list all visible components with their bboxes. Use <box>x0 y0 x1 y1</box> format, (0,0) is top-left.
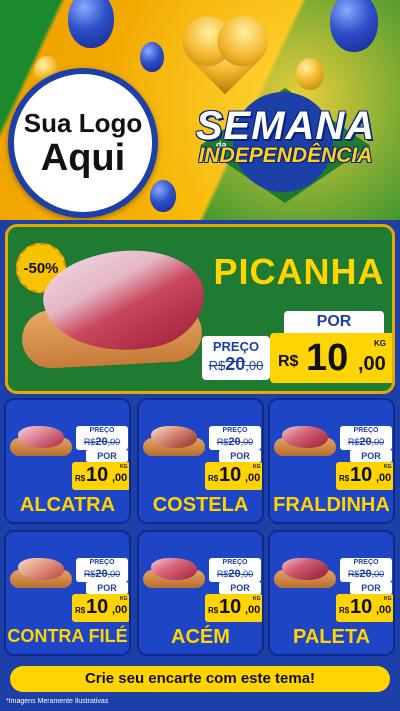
new-price-label: POR <box>219 450 261 462</box>
old-price-value: R$20,00 <box>216 568 254 580</box>
product-image <box>10 422 72 462</box>
new-price-integer: 10 <box>350 464 373 486</box>
new-price-box: R$ 10,00 KG <box>336 462 393 490</box>
blue-balloon-icon <box>150 180 176 212</box>
new-price-currency: R$ <box>339 606 350 615</box>
new-price-label: POR <box>86 450 128 462</box>
new-price-decimal: ,00 <box>245 604 261 616</box>
price-unit: KG <box>253 464 261 470</box>
old-price-box: PREÇO R$20,00 <box>76 426 128 450</box>
product-image <box>274 554 336 594</box>
new-price-decimal: ,00 <box>112 604 128 616</box>
logo-text-line2: Aqui <box>40 137 126 179</box>
new-price-label: POR <box>219 582 261 594</box>
price-unit: KG <box>384 596 392 602</box>
old-price-value: R$20,00 <box>216 436 254 448</box>
old-price-label: PREÇO <box>89 559 115 566</box>
new-price-box: R$ 10,00 KG <box>205 594 262 622</box>
new-price-box: R$ 10,00 KG <box>205 462 262 490</box>
logo-text-line1: Sua Logo <box>23 108 143 138</box>
product-image <box>143 554 205 594</box>
new-price-integer: 10 <box>86 464 109 486</box>
new-price-box: R$ 10,00 KG <box>72 462 129 490</box>
price-unit: KG <box>253 596 261 602</box>
old-price-value: R$20,00 <box>83 436 121 448</box>
new-price-box: R$ 10,00 KG <box>72 594 129 622</box>
new-price-integer: 10 <box>219 596 242 618</box>
new-price-currency: R$ <box>208 606 219 615</box>
product-image <box>274 422 336 462</box>
price-unit: KG <box>120 464 128 470</box>
title-line2: INDEPENDÊNCIA <box>198 144 373 167</box>
old-price-label: PREÇO <box>353 559 379 566</box>
product-name: ACÉM <box>171 626 230 648</box>
old-price-label: PREÇO <box>222 559 248 566</box>
old-price-value: R$20,00 <box>347 436 385 448</box>
old-price-label: PREÇO <box>222 427 248 434</box>
old-price-box: PREÇO R$20,00 <box>76 558 128 582</box>
old-price-label: PREÇO <box>89 427 115 434</box>
new-price-decimal: ,00 <box>376 604 392 616</box>
old-price-value: R$20,00 <box>208 354 264 374</box>
title-line1: SEMANA <box>195 104 376 148</box>
old-price-box: PREÇO R$20,00 <box>340 426 392 450</box>
product-name: FRALDINHA <box>273 494 390 516</box>
price-unit: KG <box>120 596 128 602</box>
product-card[interactable]: PREÇO R$20,00 POR R$ 10,00 KG PALETA <box>268 530 395 656</box>
new-price-label: POR <box>284 311 384 333</box>
new-price-integer: 10 <box>219 464 242 486</box>
blue-balloon-icon <box>140 42 164 72</box>
new-price-label: POR <box>350 450 392 462</box>
featured-product-name: PICANHA <box>213 251 385 292</box>
product-image <box>143 422 205 462</box>
new-price-label: POR <box>350 582 392 594</box>
new-price-label: POR <box>86 582 128 594</box>
disclaimer-text: *Imagens Meramente Ilustrativas <box>6 698 109 705</box>
product-card[interactable]: PREÇO R$20,00 POR R$ 10,00 KG CONTRA FILÉ <box>4 530 131 656</box>
old-price-label: PREÇO <box>353 427 379 434</box>
new-price-decimal: ,00 <box>112 472 128 484</box>
featured-product-card[interactable]: -50% PICANHA PREÇO R$20,00 POR R$ 10 ,00… <box>5 224 395 394</box>
new-price-box: R$ 10,00 KG <box>336 594 393 622</box>
new-price-currency: R$ <box>75 474 86 483</box>
new-price-integer: 10 <box>306 337 349 379</box>
old-price-value: R$20,00 <box>347 568 385 580</box>
new-price-integer: 10 <box>350 596 373 618</box>
old-price-value: R$20,00 <box>83 568 121 580</box>
product-name: COSTELA <box>152 494 249 516</box>
new-price-currency: R$ <box>339 474 350 483</box>
product-image <box>10 554 72 594</box>
new-price-currency: R$ <box>208 474 219 483</box>
old-price-box: PREÇO R$20,00 <box>202 336 270 380</box>
campaign-title: SEMANA da INDEPENDÊNCIA <box>178 88 393 203</box>
new-price-currency: R$ <box>278 353 299 370</box>
price-unit: KG <box>384 464 392 470</box>
new-price-decimal: ,00 <box>245 472 261 484</box>
header-banner: Sua Logo Aqui SEMANA da INDEPENDÊNCIA <box>0 0 400 220</box>
new-price-integer: 10 <box>86 596 109 618</box>
price-unit: KG <box>374 339 386 348</box>
new-price-decimal: ,00 <box>376 472 392 484</box>
gold-balloon-icon <box>296 58 324 90</box>
old-price-box: PREÇO R$20,00 <box>209 558 261 582</box>
new-price-currency: R$ <box>75 606 86 615</box>
old-price-label: PREÇO <box>212 339 260 354</box>
new-price-decimal: ,00 <box>358 353 386 375</box>
product-card[interactable]: PREÇO R$20,00 POR R$ 10,00 KG ACÉM <box>137 530 264 656</box>
product-name: CONTRA FILÉ <box>7 626 128 646</box>
new-price-box: R$ 10 ,00 KG <box>270 333 392 383</box>
create-flyer-button[interactable]: Crie seu encarte com este tema! <box>10 666 390 692</box>
logo-placeholder[interactable]: Sua Logo Aqui <box>8 68 158 218</box>
product-name: PALETA <box>292 626 371 648</box>
product-card[interactable]: PREÇO R$20,00 POR R$ 10,00 KG FRALDINHA <box>268 398 395 524</box>
old-price-box: PREÇO R$20,00 <box>209 426 261 450</box>
old-price-box: PREÇO R$20,00 <box>340 558 392 582</box>
product-card[interactable]: PREÇO R$20,00 POR R$ 10,00 KG COSTELA <box>137 398 264 524</box>
product-name: ALCATRA <box>19 494 116 516</box>
product-card[interactable]: PREÇO R$20,00 POR R$ 10,00 KG ALCATRA <box>4 398 131 524</box>
